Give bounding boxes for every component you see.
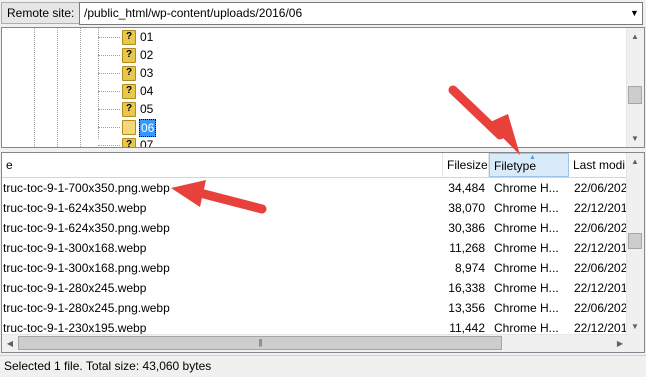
scroll-thumb[interactable] bbox=[628, 86, 642, 104]
file-name: truc-toc-9-1-280x245.png.webp bbox=[3, 301, 170, 315]
file-row[interactable]: truc-toc-9-1-300x168.png.webp 8,974 Chrome… bbox=[2, 258, 634, 278]
file-type: Chrome H... bbox=[494, 201, 559, 215]
file-list-vertical-scrollbar[interactable]: ▲ ▼ bbox=[626, 153, 644, 335]
folder-unknown-icon: ? bbox=[122, 84, 136, 99]
tree-connector bbox=[98, 37, 120, 38]
column-header-last-modified[interactable]: Last modi bbox=[569, 153, 629, 177]
file-row[interactable]: truc-toc-9-1-624x350.webp 38,070 Chrome H.… bbox=[2, 198, 634, 218]
tree-item-label: 03 bbox=[140, 66, 154, 80]
file-list-header: e Filesize ▲ Filetype Last modi bbox=[2, 153, 629, 178]
column-header-filetype[interactable]: ▲ Filetype bbox=[489, 153, 569, 177]
tree-item-label: 01 bbox=[140, 30, 154, 44]
remote-directory-tree[interactable]: ? 01? 02? 03? 04? 05 06? 07 ▲ ▼ bbox=[1, 27, 645, 148]
tree-item-label: 05 bbox=[140, 102, 154, 116]
scroll-right-icon[interactable]: ▶ bbox=[612, 335, 628, 352]
tree-connector bbox=[98, 109, 120, 110]
folder-unknown-icon: ? bbox=[122, 30, 136, 45]
tree-item-label: 04 bbox=[140, 84, 154, 98]
scroll-left-icon[interactable]: ◀ bbox=[2, 335, 18, 352]
chevron-down-icon[interactable]: ▼ bbox=[627, 3, 642, 24]
file-row[interactable]: truc-toc-9-1-280x245.png.webp 13,356 Chrom… bbox=[2, 298, 634, 318]
scrollbar-corner bbox=[627, 335, 644, 352]
scroll-up-icon[interactable]: ▲ bbox=[627, 153, 643, 170]
tree-guide-line bbox=[57, 28, 58, 147]
tree-guide-line bbox=[98, 28, 99, 139]
file-name: truc-toc-9-1-300x168.webp bbox=[3, 241, 147, 255]
file-size: 34,484 bbox=[448, 181, 485, 195]
remote-site-bar: Remote site: /public_html/wp-content/upl… bbox=[0, 0, 646, 27]
scroll-up-icon[interactable]: ▲ bbox=[627, 28, 643, 45]
column-header-filename[interactable]: e bbox=[2, 153, 443, 177]
tree-guide-line bbox=[34, 28, 35, 147]
tree-item-label: 07 bbox=[140, 138, 154, 148]
column-header-filesize[interactable]: Filesize bbox=[443, 153, 489, 177]
file-last-modified: 22/12/2018 bbox=[574, 281, 634, 295]
file-last-modified: 22/06/2020 bbox=[574, 301, 634, 315]
file-type: Chrome H... bbox=[494, 261, 559, 275]
file-type: Chrome H... bbox=[494, 241, 559, 255]
file-size: 38,070 bbox=[448, 201, 485, 215]
file-name: truc-toc-9-1-624x350.png.webp bbox=[3, 221, 170, 235]
file-name: truc-toc-9-1-624x350.webp bbox=[3, 201, 147, 215]
tree-connector bbox=[98, 127, 120, 128]
file-last-modified: 22/06/2020 bbox=[574, 261, 634, 275]
file-last-modified: 22/06/2020 bbox=[574, 221, 634, 235]
file-row[interactable]: truc-toc-9-1-624x350.png.webp 30,386 Chrom… bbox=[2, 218, 634, 238]
remote-site-label[interactable]: Remote site: bbox=[1, 2, 81, 24]
folder-unknown-icon: ? bbox=[122, 138, 136, 147]
file-size: 11,268 bbox=[449, 241, 485, 255]
file-row[interactable]: truc-toc-9-1-300x168.webp 11,268 Chrome H.… bbox=[2, 238, 634, 258]
scroll-thumb[interactable] bbox=[628, 233, 642, 249]
remote-file-list[interactable]: e Filesize ▲ Filetype Last modi truc-toc… bbox=[1, 152, 645, 353]
scroll-down-icon[interactable]: ▼ bbox=[627, 318, 643, 335]
file-last-modified: 22/12/2018 bbox=[574, 201, 634, 215]
file-list-horizontal-scrollbar[interactable]: ◀ ||| ▶ bbox=[2, 334, 629, 352]
file-name: truc-toc-9-1-700x350.png.webp bbox=[3, 181, 170, 195]
sort-ascending-icon: ▲ bbox=[529, 154, 536, 161]
status-text: Selected 1 file. Total size: 43,060 byte… bbox=[4, 359, 212, 373]
tree-vertical-scrollbar[interactable]: ▲ ▼ bbox=[626, 28, 644, 147]
tree-guide-line bbox=[80, 28, 81, 147]
file-row[interactable]: truc-toc-9-1-280x245.webp 16,338 Chrome H.… bbox=[2, 278, 634, 298]
remote-site-path-input[interactable]: /public_html/wp-content/uploads/2016/06 … bbox=[79, 2, 643, 25]
remote-site-path-text: /public_html/wp-content/uploads/2016/06 bbox=[84, 6, 303, 20]
file-size: 8,974 bbox=[454, 261, 485, 275]
file-size: 13,356 bbox=[448, 301, 485, 315]
file-last-modified: 22/12/2018 bbox=[574, 241, 634, 255]
file-type: Chrome H... bbox=[494, 301, 559, 315]
tree-connector bbox=[98, 91, 120, 92]
file-name: truc-toc-9-1-300x168.png.webp bbox=[3, 261, 170, 275]
file-row[interactable]: truc-toc-9-1-700x350.png.webp 34,484 Chrom… bbox=[2, 178, 634, 198]
file-name: truc-toc-9-1-280x245.webp bbox=[3, 281, 147, 295]
scroll-thumb[interactable]: ||| bbox=[18, 336, 502, 350]
tree-connector bbox=[98, 55, 120, 56]
file-last-modified: 22/06/2020 bbox=[574, 181, 634, 195]
tree-connector bbox=[98, 73, 120, 74]
folder-unknown-icon: ? bbox=[122, 102, 136, 117]
folder-unknown-icon: ? bbox=[122, 66, 136, 81]
tree-connector bbox=[98, 145, 120, 146]
file-size: 16,338 bbox=[448, 281, 485, 295]
folder-unknown-icon: ? bbox=[122, 48, 136, 63]
tree-item-label: 06 bbox=[139, 119, 157, 137]
scroll-down-icon[interactable]: ▼ bbox=[627, 130, 643, 147]
file-type: Chrome H... bbox=[494, 181, 559, 195]
file-type: Chrome H... bbox=[494, 221, 559, 235]
status-bar: Selected 1 file. Total size: 43,060 byte… bbox=[0, 355, 646, 377]
open-folder-icon bbox=[122, 120, 136, 135]
file-type: Chrome H... bbox=[494, 281, 559, 295]
tree-item-label: 02 bbox=[140, 48, 154, 62]
file-size: 30,386 bbox=[448, 221, 485, 235]
